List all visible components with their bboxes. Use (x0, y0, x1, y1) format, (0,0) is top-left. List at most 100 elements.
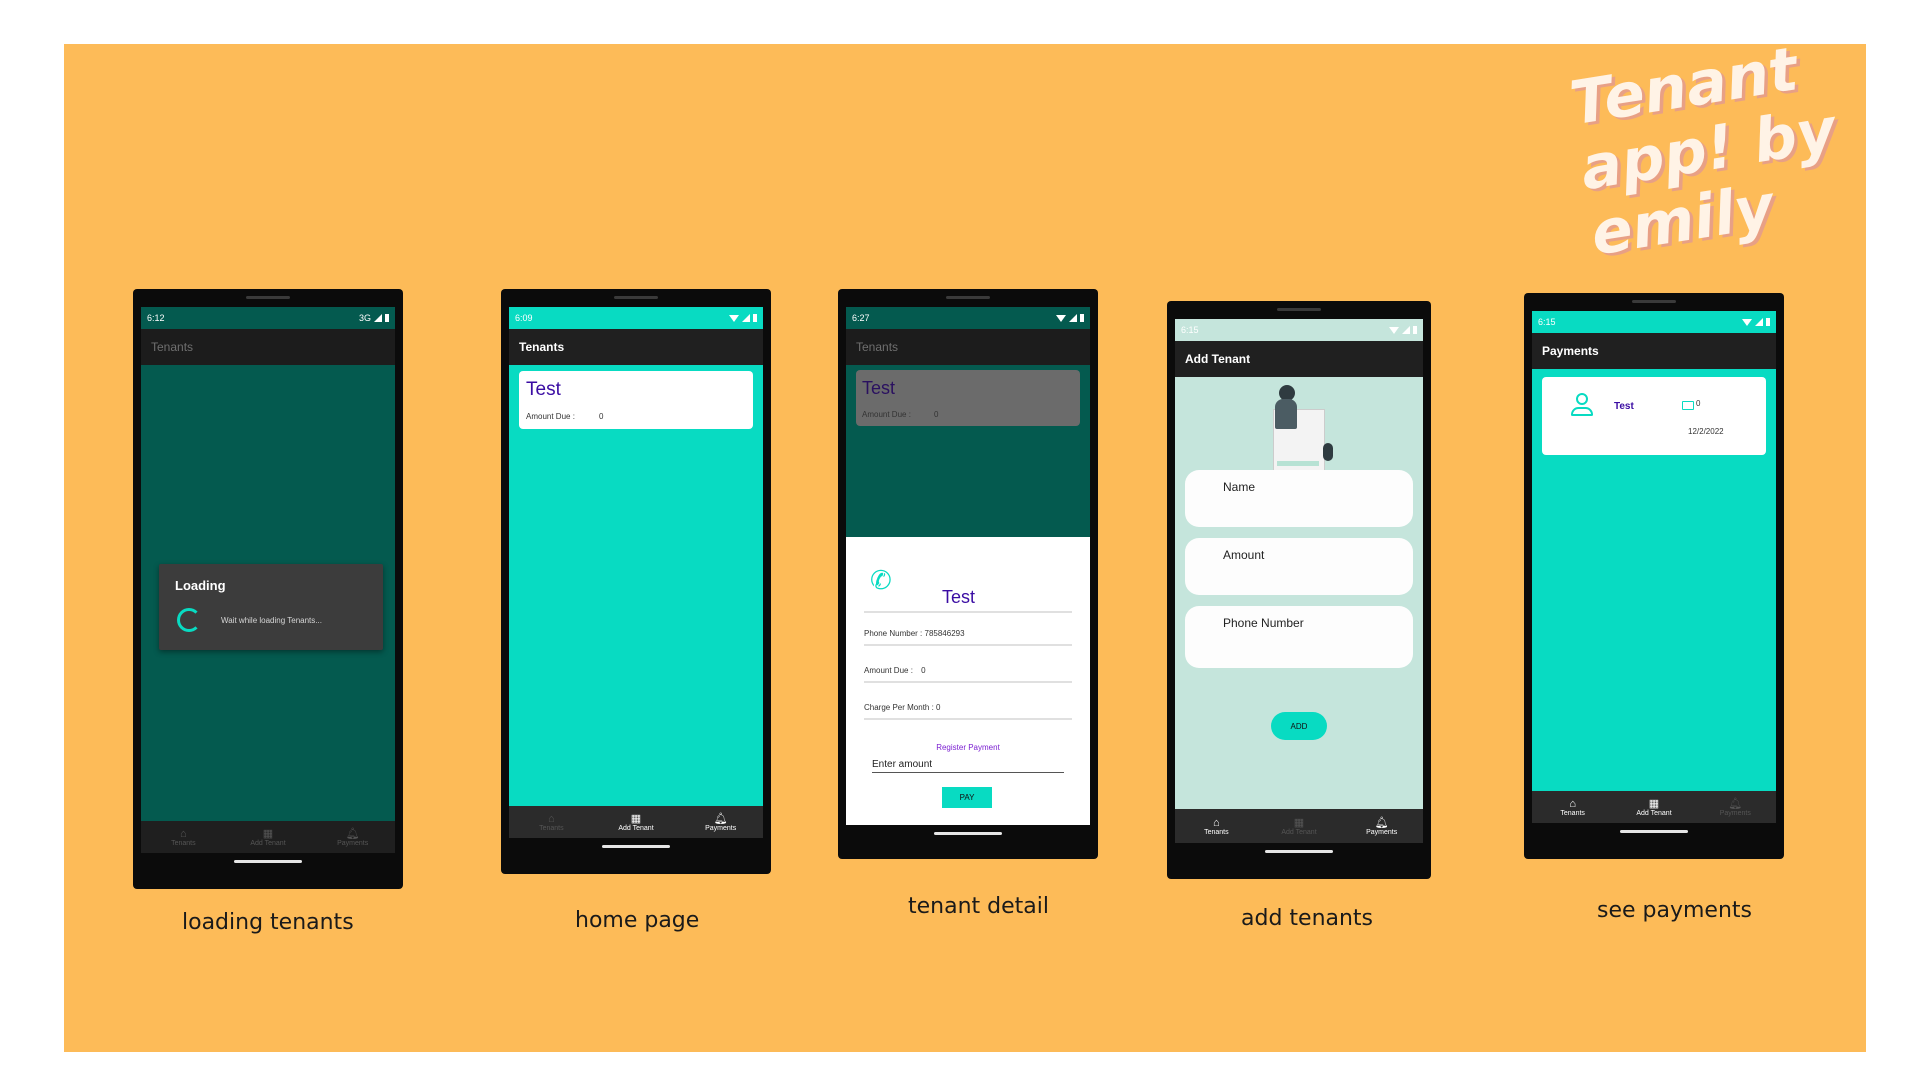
nav-tenants[interactable]: ⌂ Tenants (1175, 809, 1258, 843)
phone-home: 6:09 Tenants Test Amount Due : 0 ⌂ Tenant… (501, 289, 771, 874)
status-bar: 6:12 3G (141, 307, 395, 329)
app-title: Payments (1542, 344, 1599, 358)
gesture-bar (234, 860, 302, 863)
nav-add-tenant[interactable]: ▦ Add Tenant (1258, 809, 1341, 843)
status-time: 6:12 (147, 313, 165, 323)
home-icon: ⌂ (1213, 816, 1220, 829)
app-bar: Tenants (509, 329, 763, 365)
status-time: 6:15 (1538, 317, 1556, 327)
payment-tenant-name: Test (1614, 401, 1634, 412)
app-bar: Payments (1532, 333, 1776, 369)
nav-add-tenant[interactable]: ▦ Add Tenant (594, 806, 679, 838)
bell-icon: 🔔︎ (1728, 797, 1743, 810)
phone-number-field[interactable]: Phone Number (1185, 606, 1413, 668)
charge-value: 0 (936, 703, 941, 712)
person-body-icon (1275, 399, 1297, 429)
battery-icon (1080, 314, 1084, 322)
app-title: Tenants (151, 340, 194, 354)
name-row: ✆ Test (864, 565, 1072, 613)
caption-payments: see payments (1597, 898, 1752, 923)
pay-button[interactable]: PAY (942, 787, 992, 808)
credit-card-icon (1682, 401, 1694, 410)
spinner-icon (177, 608, 201, 632)
nav-tenants[interactable]: ⌂ Tenants (1532, 791, 1613, 823)
network-label: 3G (358, 313, 371, 323)
nav-add-tenant[interactable]: ▦ Add Tenant (1613, 791, 1694, 823)
payment-amount: 0 (1696, 399, 1701, 408)
name-field[interactable]: Name (1185, 470, 1413, 527)
amount-due-label: Amount Due : (526, 412, 575, 421)
caption-add: add tenants (1241, 906, 1374, 931)
app-bar: Tenants (141, 329, 395, 365)
dashboard-icon: ▦ (1648, 797, 1660, 810)
nav-tenants[interactable]: ⌂ Tenants (141, 821, 226, 853)
amount-field[interactable]: Amount (1185, 538, 1413, 595)
status-bar: 6:15 (1175, 319, 1423, 341)
tenant-name: Test (526, 379, 561, 400)
status-time: 6:27 (852, 313, 870, 323)
amount-input[interactable]: Enter amount (872, 759, 1064, 773)
nav-tenants[interactable]: ⌂ Tenants (509, 806, 594, 838)
phone-payments: 6:15 Payments Test 0 12/2/2022 ⌂ Tenants… (1524, 293, 1784, 859)
bottom-nav: ⌂ Tenants ▦ Add Tenant 🔔︎ Payments (509, 806, 763, 838)
phone-add: 6:15 Add Tenant Name Amount Phone Number… (1167, 301, 1431, 879)
wifi-icon (729, 314, 739, 322)
loading-dialog: Loading Wait while loading Tenants... (159, 564, 383, 650)
amount-due-row: Amount Due : 0 (864, 666, 1072, 683)
gesture-bar (602, 845, 670, 848)
tenant-name: Test (862, 378, 896, 398)
phone-detail: 6:27 Tenants Test Amount Due : 0 ✆ Test … (838, 289, 1098, 859)
caption-home: home page (575, 908, 700, 933)
signal-icon (742, 314, 750, 322)
nav-add-tenant[interactable]: ▦ Add Tenant (226, 821, 311, 853)
signal-icon (374, 314, 382, 322)
amount-due-label: Amount Due : (862, 410, 911, 419)
add-button[interactable]: ADD (1271, 712, 1327, 740)
bell-icon: 🔔︎ (345, 827, 360, 840)
amount-due-value: 0 (934, 410, 939, 419)
bottom-nav: ⌂ Tenants ▦ Add Tenant 🔔︎ Payments (141, 821, 395, 853)
person-icon (1570, 393, 1594, 417)
caption-detail: tenant detail (908, 894, 1049, 919)
home-icon: ⌂ (1569, 797, 1576, 810)
dashboard-icon: ▦ (1293, 816, 1305, 829)
payment-card[interactable]: Test 0 12/2/2022 (1542, 377, 1766, 455)
app-bar: Add Tenant (1175, 341, 1423, 377)
gesture-bar (934, 832, 1002, 835)
detail-sheet: ✆ Test Phone Number : 785846293 Amount D… (846, 537, 1090, 825)
nav-payments[interactable]: 🔔︎ Payments (678, 806, 763, 838)
phone-number-value: 785846293 (924, 629, 965, 638)
bell-icon: 🔔︎ (713, 812, 728, 825)
register-payment-label: Register Payment (936, 743, 1000, 752)
battery-icon (1413, 326, 1417, 334)
amount-due-value: 0 (599, 412, 604, 421)
bottom-nav: ⌂ Tenants ▦ Add Tenant 🔔︎ Payments (1175, 809, 1423, 843)
nav-payments[interactable]: 🔔︎ Payments (1695, 791, 1776, 823)
home-icon: ⌂ (180, 827, 187, 840)
signal-icon (1069, 314, 1077, 322)
gesture-bar (1620, 830, 1688, 833)
nav-payments[interactable]: 🔔︎ Payments (310, 821, 395, 853)
wifi-icon (1389, 326, 1399, 334)
phone-number-row: Phone Number : 785846293 (864, 629, 1072, 646)
home-icon: ⌂ (548, 812, 555, 825)
dashboard-icon: ▦ (630, 812, 642, 825)
app-bar: Tenants (846, 329, 1090, 365)
payment-date: 12/2/2022 (1688, 427, 1724, 436)
sheet-tenant-name: Test (942, 587, 976, 607)
phone-icon: ✆ (870, 565, 892, 595)
app-title: Tenants (519, 340, 565, 354)
presentation-slide: Tenant app! by emily 6:12 3G Tenants Loa… (64, 34, 1866, 1052)
tenant-card[interactable]: Test Amount Due : 0 (519, 371, 753, 429)
bell-icon: 🔔︎ (1374, 816, 1389, 829)
dialog-title: Loading (175, 578, 226, 593)
status-bar: 6:09 (509, 307, 763, 329)
phone-loading: 6:12 3G Tenants Loading Wait while loadi… (133, 289, 403, 889)
app-title: Tenants (856, 340, 899, 354)
status-time: 6:09 (515, 313, 533, 323)
battery-icon (753, 314, 757, 322)
nav-payments[interactable]: 🔔︎ Payments (1340, 809, 1423, 843)
battery-icon (1766, 318, 1770, 326)
dialog-message: Wait while loading Tenants... (221, 616, 322, 625)
status-bar: 6:15 (1532, 311, 1776, 333)
